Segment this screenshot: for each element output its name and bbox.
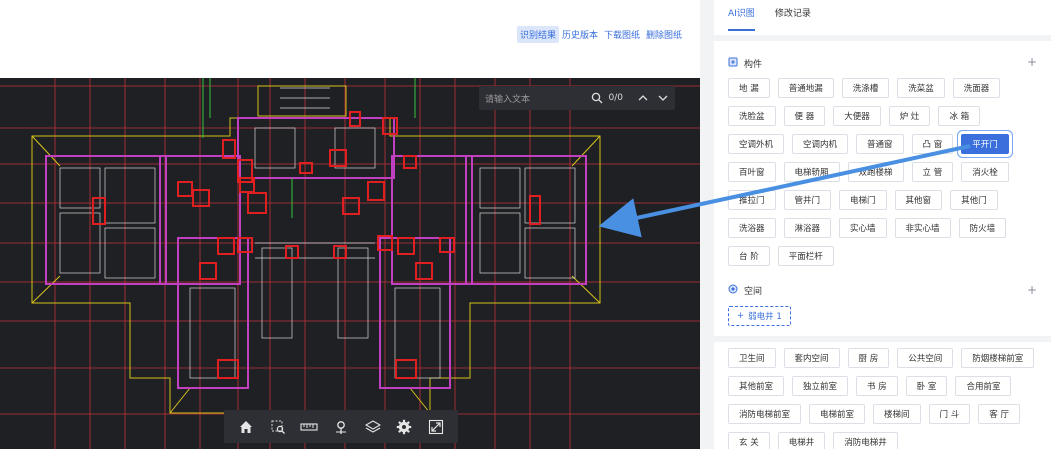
space-chip[interactable]: 卧 室 <box>905 376 948 396</box>
tab-change-log[interactable]: 修改记录 <box>775 6 811 31</box>
component-chip[interactable]: 百叶窗 <box>728 162 776 182</box>
components-title: 构件 <box>744 60 763 70</box>
space-chip[interactable]: 电梯前室 <box>809 404 866 424</box>
settings-icon[interactable] <box>394 417 414 437</box>
add-space-icon[interactable]: + <box>1027 283 1037 297</box>
component-chip[interactable]: 防火墙 <box>958 218 1007 238</box>
component-chip[interactable]: 淋浴器 <box>783 218 832 238</box>
delete-drawing-button[interactable]: 删除图纸 <box>643 26 685 43</box>
component-chip[interactable]: 非实心墙 <box>894 218 951 238</box>
pin-icon[interactable] <box>331 417 351 437</box>
cad-search-input[interactable]: 请输入文本 <box>485 92 591 105</box>
added-space-label: 弱电井 1 <box>748 312 782 322</box>
panel-divider <box>700 0 714 449</box>
component-chip[interactable]: 空调外机 <box>728 134 785 154</box>
space-icon <box>728 284 738 297</box>
cad-toolbar <box>224 410 458 443</box>
component-chip[interactable]: 普通地漏 <box>777 78 834 98</box>
space-chip[interactable]: 卫生间 <box>728 348 776 368</box>
search-result-count: 0/0 <box>608 93 623 103</box>
component-chip[interactable]: 消火栓 <box>961 162 1009 182</box>
space-chip[interactable]: 厨 房 <box>847 348 890 368</box>
component-chip[interactable]: 平面栏杆 <box>777 246 834 266</box>
space-chip[interactable]: 楼梯间 <box>873 404 921 424</box>
spaces-title: 空间 <box>744 287 763 297</box>
cad-drawing <box>0 78 700 449</box>
space-chip[interactable]: 套内空间 <box>783 348 840 368</box>
component-chip[interactable]: 其他门 <box>950 190 998 210</box>
tab-ai-recognition[interactable]: AI识图 <box>728 6 755 31</box>
component-chip[interactable]: 立 管 <box>911 162 954 182</box>
space-chip[interactable]: 防烟楼梯前室 <box>961 348 1035 368</box>
component-chip[interactable]: 平开门 <box>961 134 1009 154</box>
component-chip[interactable]: 其他窗 <box>894 190 943 210</box>
home-icon[interactable] <box>236 417 256 437</box>
component-chip[interactable]: 管井门 <box>783 190 832 210</box>
space-chip[interactable]: 书 房 <box>856 376 898 396</box>
add-component-icon[interactable]: + <box>1027 55 1037 69</box>
chevron-up-icon[interactable] <box>637 92 649 104</box>
recognition-result-button[interactable]: 识别结果 <box>517 26 560 43</box>
added-space-chip[interactable]: + 弱电井 1 <box>728 306 791 326</box>
component-chip[interactable]: 推拉门 <box>728 190 776 210</box>
component-chip[interactable]: 双跑楼梯 <box>847 162 904 182</box>
space-chip[interactable]: 客 厅 <box>978 404 1020 424</box>
divider <box>714 35 1051 41</box>
space-chip[interactable]: 公共空间 <box>897 348 954 368</box>
zoom-area-icon[interactable] <box>268 417 288 437</box>
cad-search-box: 请输入文本 0/0 <box>479 86 675 110</box>
drawing-panel: 识别结果 历史版本 下载图纸 删除图纸 请输入文本 0/0 <box>0 0 700 449</box>
component-chip[interactable]: 电梯门 <box>839 190 887 210</box>
space-chip[interactable]: 玄 关 <box>728 432 770 449</box>
component-chip[interactable]: 台 阶 <box>728 246 770 266</box>
space-chip[interactable]: 合用前室 <box>955 376 1012 396</box>
component-icon <box>728 57 738 70</box>
component-chip[interactable]: 普通窗 <box>856 134 904 154</box>
divider <box>714 336 1051 342</box>
component-chip[interactable]: 电梯轿厢 <box>783 162 840 182</box>
space-chip[interactable]: 其他前室 <box>728 376 785 396</box>
component-chip[interactable]: 地 漏 <box>728 78 770 98</box>
fullscreen-icon[interactable] <box>426 417 446 437</box>
component-chip[interactable]: 洗菜盆 <box>897 78 945 98</box>
space-chip[interactable]: 电梯井 <box>777 432 826 449</box>
component-chip-list: 地 漏普通地漏 洗涤槽 洗菜盆 洗面器洗脸盆便 器大便器炉 灶冰 箱空调外机 空调内机普… <box>728 78 1043 266</box>
spaces-header: 空间 <box>728 284 762 297</box>
component-chip[interactable]: 大便器 <box>833 106 881 126</box>
plus-icon: + <box>737 311 745 321</box>
panel-tabs: AI识图 修改记录 <box>728 6 811 31</box>
component-chip[interactable]: 炉 灶 <box>888 106 931 126</box>
component-chip[interactable]: 洗浴器 <box>728 218 776 238</box>
drawing-actions: 识别结果 历史版本 下载图纸 删除图纸 <box>517 26 685 43</box>
history-version-button[interactable]: 历史版本 <box>559 26 601 43</box>
space-chip[interactable]: 独立前室 <box>792 376 849 396</box>
app-root: 识别结果 历史版本 下载图纸 删除图纸 请输入文本 0/0 AI识图 修改记录 … <box>0 0 1051 449</box>
component-chip[interactable]: 凸 窗 <box>911 134 954 154</box>
space-chip[interactable]: 门 斗 <box>928 404 971 424</box>
search-icon[interactable] <box>591 92 603 104</box>
component-chip[interactable]: 便 器 <box>783 106 826 126</box>
recognition-panel: AI识图 修改记录 构件 + 地 漏普通地漏 洗涤槽 洗菜盆 洗面器洗脸盆便 器大便器… <box>714 0 1051 449</box>
component-chip[interactable]: 空调内机 <box>792 134 849 154</box>
space-chip-list: 卫生间 套内空间厨 房公共空间 防烟楼梯前室其他前室 独立前室书 房卧 室合用前室消防… <box>728 348 1048 449</box>
component-chip[interactable]: 冰 箱 <box>938 106 981 126</box>
ruler-icon[interactable] <box>299 417 319 437</box>
download-drawing-button[interactable]: 下载图纸 <box>601 26 643 43</box>
component-chip[interactable]: 实心墙 <box>839 218 887 238</box>
component-chip[interactable]: 洗涤槽 <box>841 78 890 98</box>
cad-viewer[interactable] <box>0 78 700 449</box>
space-chip[interactable]: 消防电梯井 <box>833 432 898 449</box>
components-header: 构件 <box>728 57 762 70</box>
space-chip[interactable]: 消防电梯前室 <box>728 404 802 424</box>
layers-icon[interactable] <box>363 417 383 437</box>
component-chip[interactable]: 洗面器 <box>952 78 1001 98</box>
chevron-down-icon[interactable] <box>657 92 669 104</box>
component-chip[interactable]: 洗脸盆 <box>728 106 776 126</box>
